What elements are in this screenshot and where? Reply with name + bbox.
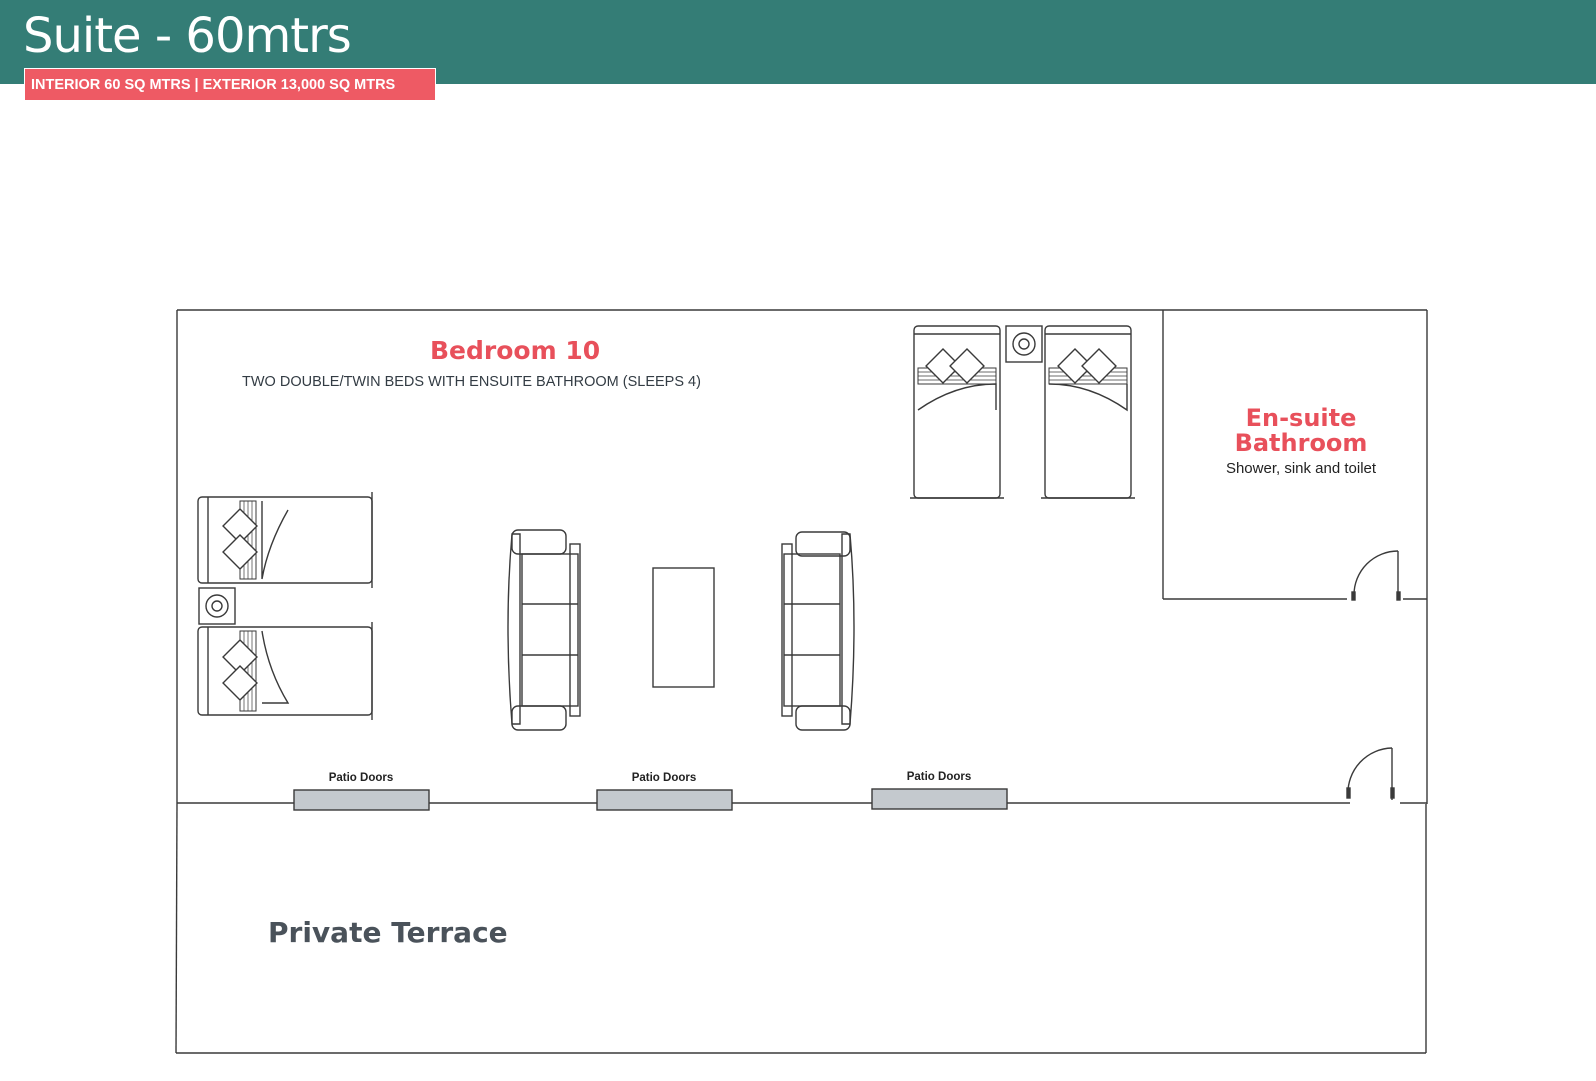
patio-door-1: [293, 789, 430, 811]
bed-left-lower-icon: [197, 622, 373, 720]
terrace-label: Private Terrace: [268, 916, 508, 949]
patio-door-2: [596, 789, 733, 811]
bedroom-subtitle: TWO DOUBLE/TWIN BEDS WITH ENSUITE BATHRO…: [242, 374, 701, 390]
bedroom-title: Bedroom 10: [430, 336, 601, 365]
patio-door-label-2: Patio Doors: [631, 772, 697, 784]
coffee-table-icon: [652, 567, 715, 688]
terrace-left-edge: [175, 803, 178, 1054]
bed-top-left-icon: [910, 325, 1004, 499]
sofa-right-icon: [781, 531, 855, 731]
sofa-left-icon: [507, 529, 581, 731]
floor-plan: [175, 309, 1428, 1054]
bathroom-title-line1: En-suite: [1245, 404, 1357, 432]
nightstand-left-icon: [198, 587, 236, 625]
patio-door-3: [871, 788, 1008, 810]
bathroom-subtitle: Shower, sink and toilet: [1225, 460, 1377, 477]
bathroom-title-line2: Bathroom: [1234, 429, 1368, 457]
bathroom-door-icon: [1351, 550, 1401, 601]
bed-left-upper-icon: [197, 492, 373, 588]
bed-top-right-icon: [1041, 325, 1135, 499]
terrace-door-icon: [1346, 747, 1395, 800]
patio-door-label-1: Patio Doors: [328, 772, 394, 784]
patio-door-label-3: Patio Doors: [906, 771, 972, 783]
nightstand-top-icon: [1005, 325, 1043, 363]
